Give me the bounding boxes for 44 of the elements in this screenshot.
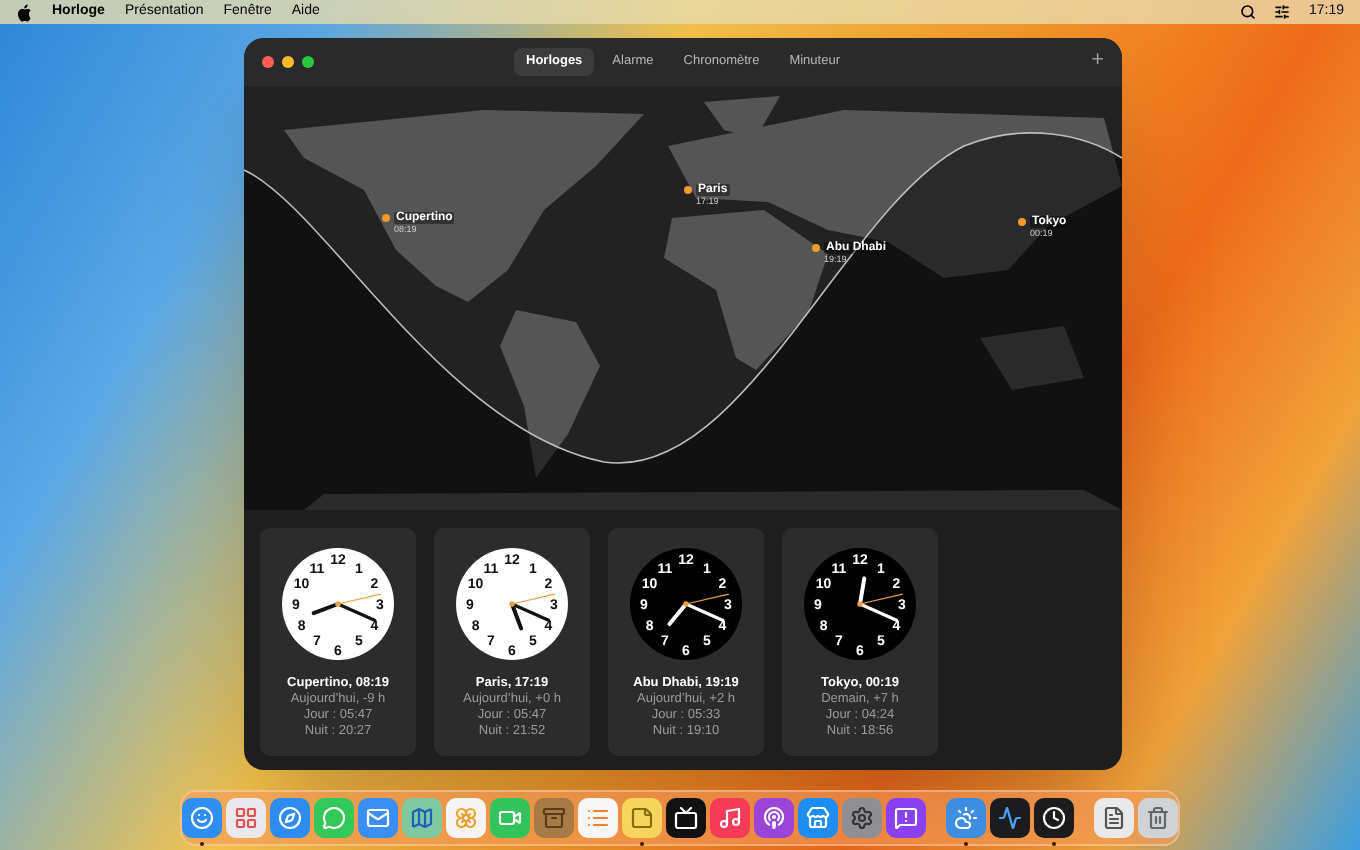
- clock-center-pin: [683, 601, 689, 607]
- settings-icon: [850, 806, 874, 830]
- music-note-icon: [718, 806, 742, 830]
- clock-icon: [1042, 806, 1066, 830]
- flower-icon: [454, 806, 478, 830]
- dock-app-icon[interactable]: [990, 798, 1030, 838]
- minute-hand: [336, 602, 377, 622]
- smile-icon: [190, 806, 214, 830]
- zoom-button[interactable]: [302, 56, 314, 68]
- control-center-icon[interactable]: [1274, 4, 1291, 20]
- chart-line-icon: [998, 806, 1022, 830]
- trash-icon: [1146, 806, 1170, 830]
- close-button[interactable]: [262, 56, 274, 68]
- dock-app-icon[interactable]: [1094, 798, 1134, 838]
- minute-hand: [510, 602, 551, 622]
- warning-bubble-icon: [894, 806, 918, 830]
- hour-hand: [311, 602, 340, 616]
- store-icon: [806, 806, 830, 830]
- hour-hand: [667, 602, 688, 627]
- hour-hand: [858, 576, 867, 606]
- speech-bubble-icon: [322, 806, 346, 830]
- grid-icon: [234, 806, 258, 830]
- dock-app-icon[interactable]: [1034, 798, 1074, 838]
- clock-center-pin: [335, 601, 341, 607]
- video-camera-icon: [498, 806, 522, 830]
- cloud-sun-icon: [954, 806, 978, 830]
- tv-icon: [674, 806, 698, 830]
- note-icon: [630, 806, 654, 830]
- search-icon[interactable]: [1240, 4, 1257, 20]
- apple-logo-icon[interactable]: [16, 3, 32, 21]
- add-button[interactable]: +: [1091, 48, 1104, 72]
- minimize-button[interactable]: [282, 56, 294, 68]
- document-icon: [1102, 806, 1126, 830]
- minute-hand: [858, 602, 899, 622]
- archive-box-icon: [542, 806, 566, 830]
- clock-center-pin: [857, 601, 863, 607]
- hour-hand: [510, 602, 524, 631]
- map-icon: [410, 806, 434, 830]
- minute-hand: [684, 602, 725, 622]
- envelope-icon: [366, 806, 390, 830]
- dock-app-icon[interactable]: [666, 798, 706, 838]
- clock-center-pin: [509, 601, 515, 607]
- podcast-icon: [762, 806, 786, 830]
- compass-icon: [278, 806, 302, 830]
